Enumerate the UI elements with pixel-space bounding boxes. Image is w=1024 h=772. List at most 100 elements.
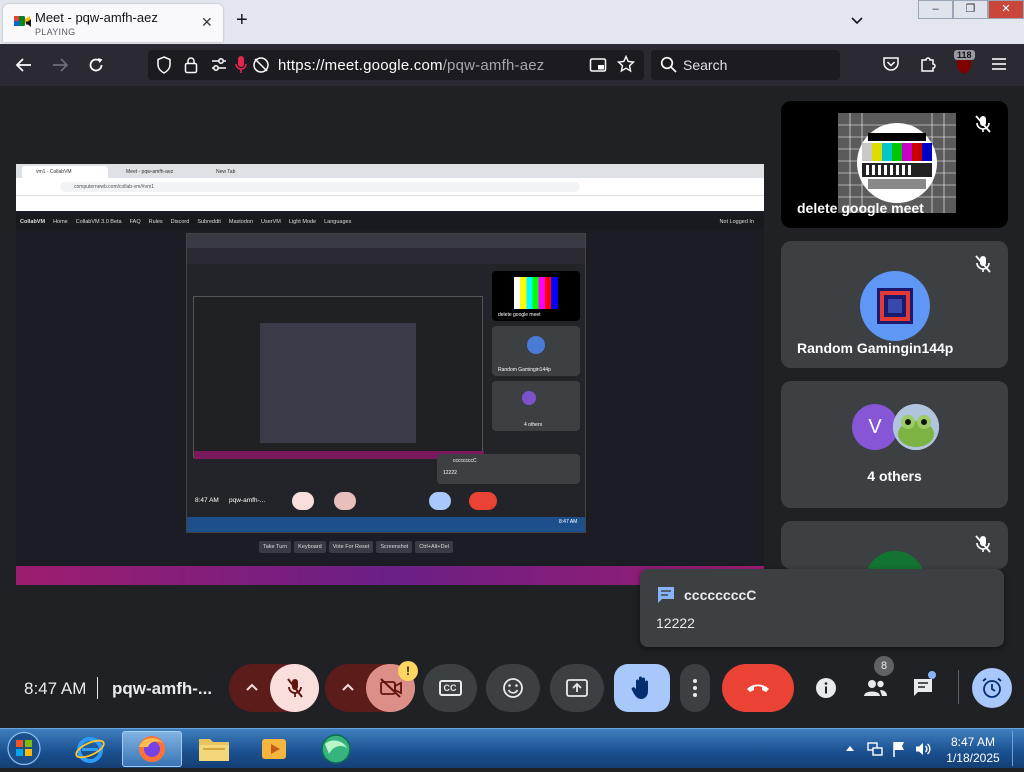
collabvm-menu-subreddit[interactable]: Subreddit [197,219,221,225]
people-icon[interactable] [862,678,888,698]
raise-hand-button[interactable] [614,664,670,712]
participant-tile-2[interactable]: Random Gamingin144p [781,241,1008,368]
alarm-clock-icon [982,677,1002,698]
taskbar-explorer[interactable] [184,731,244,767]
globe-app-icon [321,734,351,764]
collabvm-menu-discord[interactable]: Discord [171,219,190,225]
collabvm-menu-mastodon[interactable]: Mastodon [229,219,253,225]
emoji-reactions-button[interactable] [486,664,540,712]
minimize-button[interactable]: – [918,0,953,19]
forward-arrow-icon[interactable] [51,56,69,74]
camera-off-icon [380,678,402,698]
collabvm-menu-uservm[interactable]: UserVM [261,219,281,225]
collabvm-menu-faq[interactable]: FAQ [130,219,141,225]
extension-badge: 118 [954,50,975,60]
extensions-puzzle-icon[interactable] [919,55,937,73]
vm-tile-3-avatar [522,391,536,405]
speaker-playing-icon[interactable] [25,18,35,28]
keyboard-button[interactable]: Keyboard [294,541,326,553]
vm-endcall-button [469,492,497,510]
windows-orb-icon [7,731,41,766]
chat-icon[interactable] [912,677,934,699]
mic-muted-icon [975,115,991,133]
close-icon[interactable]: ✕ [201,14,213,31]
inner-browser-tabstrip: vm1 - CollabVM Meet - pqw-amfh-aez New T… [16,164,764,178]
maximize-button[interactable]: ❐ [953,0,988,19]
end-call-button[interactable] [722,664,794,712]
collabvm-menu-beta[interactable]: CollabVM 3.0 Beta [76,219,122,225]
vm-camera-button [334,492,356,510]
taskbar-media-player[interactable] [244,731,304,767]
picture-in-picture-icon[interactable] [589,56,607,74]
taskbar-firefox[interactable] [122,731,182,767]
start-button[interactable] [4,730,44,767]
shared-screen[interactable]: vm1 - CollabVM Meet - pqw-amfh-aez New T… [16,164,764,585]
take-turn-button[interactable]: Take Turn [259,541,292,553]
window-close-button[interactable]: ✕ [988,0,1024,19]
hang-up-phone-icon [747,684,769,692]
chevron-up-icon[interactable] [845,744,855,752]
collabvm-menu-languages[interactable]: Languages [324,219,351,225]
avatar [865,551,925,569]
taskbar-ie[interactable] [60,731,120,767]
taskbar-app-globe[interactable] [306,731,366,767]
window-controls: – ❐ ✕ [918,0,1024,19]
reload-icon[interactable] [87,56,105,74]
volume-icon[interactable] [914,740,932,758]
chevron-down-icon[interactable] [849,13,865,29]
inner-bookmarks-bar [16,196,764,211]
mic-toggle-button[interactable] [270,664,319,712]
chat-message-toast[interactable]: ccccccccC 12222 [640,569,1004,647]
vm-display[interactable]: delete google meet Random Gamingin144p 4… [186,233,586,533]
clock-time: 8:47 AM [950,735,996,749]
participant-tile-1[interactable]: delete google meet [781,101,1008,228]
new-tab-plus-icon[interactable]: + [236,10,248,30]
folder-icon [199,739,229,761]
back-arrow-icon[interactable] [15,56,33,74]
participant-tile-4[interactable] [781,521,1008,569]
internet-explorer-icon [75,737,105,763]
lock-icon[interactable] [184,56,198,74]
bookmark-star-icon[interactable] [617,55,635,73]
autoplay-blocked-icon[interactable] [252,56,270,74]
vm-taskbar-clock: 8:47 AM [559,519,578,525]
chevron-up-icon[interactable] [341,682,355,692]
collabvm-menu-lightmode[interactable]: Light Mode [289,219,316,225]
raised-hand-icon [631,676,648,699]
clock-date: 1/18/2025 [946,751,1000,765]
smiley-icon [503,678,523,698]
show-desktop-button[interactable] [1012,731,1022,766]
activities-button[interactable] [972,668,1012,708]
chevron-up-icon[interactable] [245,682,259,692]
meet-control-bar: 8:47 AM pqw-amfh-... ! CC 8 [0,656,1024,720]
shield-icon[interactable] [156,56,172,74]
ctrl-alt-del-button[interactable]: Ctrl+Alt+Del [415,541,453,553]
taskbar-clock[interactable]: 8:47 AM 1/18/2025 [942,734,1004,766]
hamburger-menu-icon[interactable] [991,57,1007,71]
present-screen-button[interactable] [550,664,604,712]
screenshot-button[interactable]: Screenshot [376,541,413,553]
action-center-flag-icon[interactable] [891,740,907,758]
vote-reset-button[interactable]: Vote For Reset [328,541,374,553]
permissions-sliders-icon[interactable] [210,57,228,73]
meeting-info-icon[interactable] [815,677,837,699]
microphone-active-icon[interactable] [234,55,248,75]
collabvm-menu-rules[interactable]: Rules [149,219,163,225]
mic-muted-icon [975,535,991,553]
collabvm-menu-home[interactable]: Home [53,219,68,225]
url-text[interactable]: https://meet.google.com/pqw-amfh-aez [278,57,545,74]
network-icon[interactable] [866,740,884,758]
browser-tab-meet[interactable]: Meet - pqw-amfh-aez PLAYING ✕ [3,4,223,42]
collabvm-title: CollabVM [20,218,46,225]
participant-tile-others[interactable]: V 4 others [781,381,1008,508]
search-box[interactable] [651,50,840,80]
tab-audio-status: PLAYING [35,27,76,37]
vm-tile-3: 4 others [492,381,580,431]
captions-button[interactable]: CC [423,664,477,712]
inner-url: computernewb.com/collab-vm/#vm1 [60,182,580,192]
mic-off-icon [287,678,303,698]
pocket-icon[interactable] [882,56,900,73]
avatar [860,271,930,341]
more-options-button[interactable] [680,664,710,712]
vm-nested-screen-inner [260,323,416,443]
